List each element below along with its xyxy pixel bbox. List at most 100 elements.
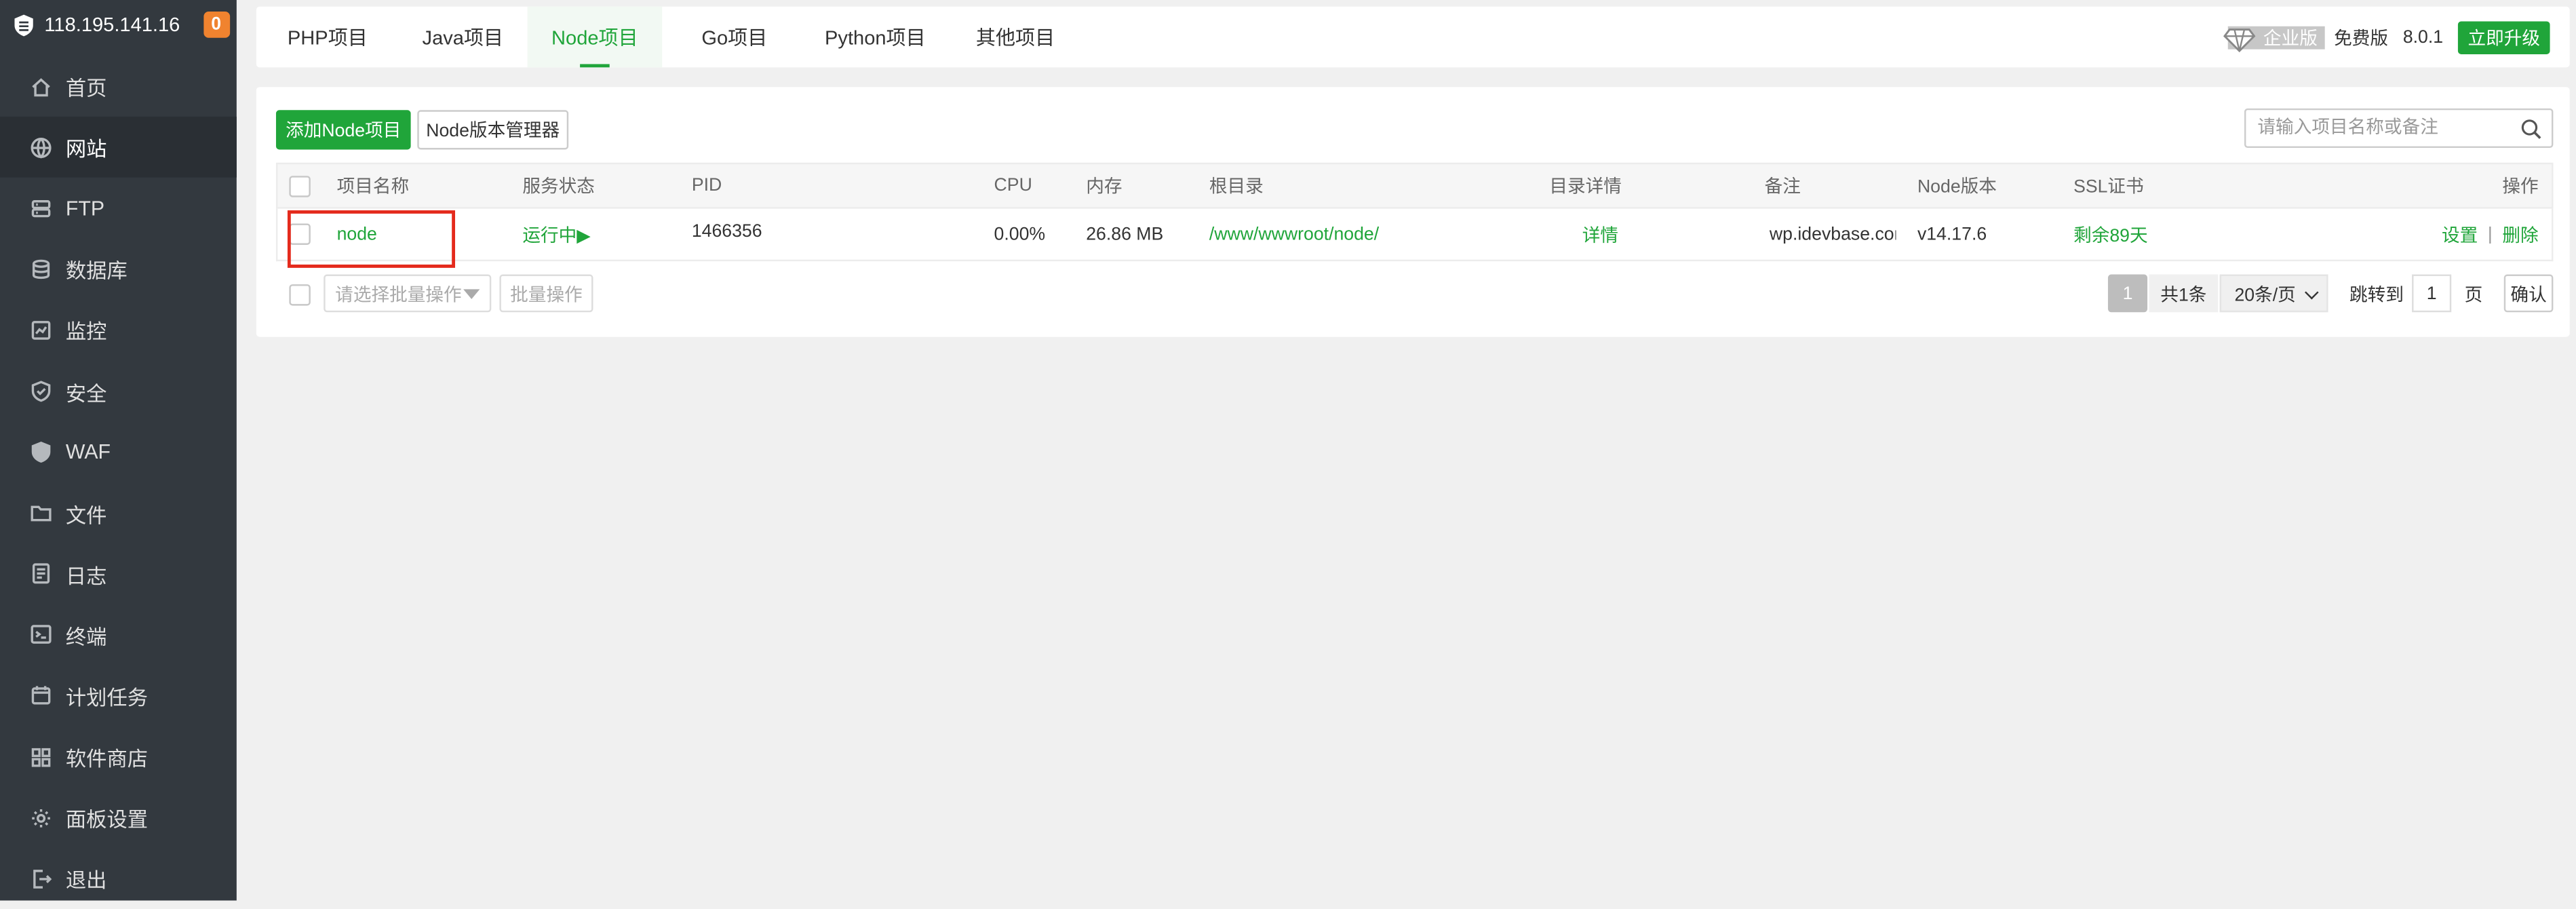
tab-python[interactable]: Python项目 (825, 7, 926, 68)
grid-icon (30, 746, 53, 769)
enterprise-badge[interactable]: 企业版 (2222, 25, 2324, 52)
server-ip: 118.195.141.16 (44, 13, 180, 37)
calendar-icon (30, 684, 53, 708)
sidebar-item-monitor[interactable]: 监控 (0, 300, 237, 361)
jump-label: 跳转到 (2349, 285, 2404, 305)
col-status: 服务状态 (522, 177, 595, 197)
col-memory: 内存 (1086, 177, 1123, 197)
note-value[interactable]: wp.idevbase.com (1770, 209, 1896, 260)
version-number: 8.0.1 (2402, 26, 2444, 47)
dir-detail-link[interactable]: 详情 (1582, 209, 1618, 260)
page-unit-label: 页 (2464, 285, 2483, 305)
add-node-project-button[interactable]: 添加Node项目 (275, 110, 411, 150)
root-dir-link[interactable]: /www/wwwroot/node/ (1209, 209, 1379, 260)
node-project-panel: 添加Node项目 Node版本管理器 项目名称 服务状态 PID CPU 内存 … (256, 87, 2570, 337)
sidebar-item-ftp[interactable]: FTP (0, 178, 237, 239)
pid-value: 1466356 (691, 222, 762, 242)
page-size-label: 20条/页 (2234, 285, 2296, 305)
col-root: 根目录 (1209, 177, 1264, 197)
col-name[interactable]: 项目名称 (337, 164, 410, 207)
sidebar-item-gear[interactable]: 面板设置 (0, 788, 237, 849)
sidebar-nav: 首页网站 FTP 数据库监控安全 WAF 文件日志终端计划任务软件商店面板设置退出 (0, 56, 237, 909)
gear-icon (30, 807, 53, 830)
batch-operation-select[interactable]: 请选择批量操作 (324, 274, 492, 313)
sidebar-item-logout[interactable]: 退出 (0, 848, 237, 909)
sidebar-item-shield[interactable]: 安全 (0, 361, 237, 422)
col-pid: PID (691, 176, 722, 196)
free-edition-label: 免费版 (2334, 28, 2389, 49)
project-name-link[interactable]: node (337, 209, 377, 260)
page-current[interactable]: 1 (2107, 274, 2148, 313)
globe-icon (30, 136, 53, 159)
monitor-icon (30, 319, 53, 342)
sidebar-item-waf-shield[interactable]: WAF (0, 421, 237, 482)
sidebar-item-folder[interactable]: 文件 (0, 482, 237, 543)
sidebar-header: 118.195.141.16 0 (0, 0, 237, 50)
col-cpu: CPU (994, 176, 1032, 196)
table-header: 项目名称 服务状态 PID CPU 内存 根目录 目录详情 备注 Node版本 … (275, 162, 2554, 209)
tab-go[interactable]: Go项目 (701, 7, 767, 68)
sidebar-item-calendar[interactable]: 计划任务 (0, 665, 237, 727)
tab-php[interactable]: PHP项目 (288, 7, 368, 68)
tab-node[interactable]: Node项目 (527, 6, 663, 68)
notification-badge[interactable]: 0 (203, 11, 230, 38)
terminal-icon (30, 623, 53, 646)
ssl-remaining[interactable]: 剩余89天 (2073, 209, 2148, 260)
sidebar-item-log[interactable]: 日志 (0, 543, 237, 604)
jump-page-input[interactable]: 1 (2412, 274, 2452, 313)
caret-down-icon (463, 289, 480, 299)
col-ssl: SSL证书 (2073, 177, 2144, 197)
sidebar-item-label: 终端 (65, 625, 107, 649)
sidebar-item-home[interactable]: 首页 (0, 56, 237, 117)
col-node-version: Node版本 (1917, 177, 1997, 197)
sidebar: 118.195.141.16 0 首页网站 FTP 数据库监控安全 WAF 文件日志终端… (0, 0, 237, 901)
search-input[interactable] (2246, 110, 2510, 147)
batch-select-placeholder: 请选择批量操作 (335, 285, 462, 305)
action-separator: | (2487, 224, 2493, 244)
sidebar-item-label: 数据库 (65, 260, 128, 284)
project-type-tabs: PHP项目 Java项目 Node项目 Go项目 Python项目 其他项目 企… (256, 6, 2570, 68)
node-version-manager-button[interactable]: Node版本管理器 (417, 110, 569, 150)
sidebar-item-label: 首页 (65, 77, 107, 100)
col-actions: 操作 (2502, 177, 2539, 197)
upgrade-button[interactable]: 立即升级 (2457, 20, 2550, 54)
footer-select-checkbox[interactable] (289, 284, 311, 306)
search-icon[interactable] (2520, 118, 2541, 139)
sidebar-item-label: 计划任务 (65, 686, 149, 710)
panel-logo-icon (14, 14, 33, 36)
sidebar-item-label: 面板设置 (65, 809, 149, 832)
search-box (2244, 108, 2554, 149)
sidebar-item-label: 日志 (65, 564, 107, 588)
node-version-value: v14.17.6 (1917, 224, 1987, 244)
enterprise-label: 企业版 (2263, 28, 2318, 49)
logout-icon (30, 867, 53, 890)
col-dir-detail: 目录详情 (1549, 177, 1622, 197)
sidebar-item-grid[interactable]: 软件商店 (0, 727, 237, 788)
diamond-icon (2222, 27, 2255, 52)
tab-java[interactable]: Java项目 (423, 7, 504, 68)
sidebar-item-globe[interactable]: 网站 (0, 117, 237, 178)
settings-link[interactable]: 设置 (2442, 221, 2478, 248)
confirm-jump-button[interactable]: 确认 (2503, 274, 2554, 313)
col-note: 备注 (1764, 177, 1801, 197)
row-checkbox[interactable] (289, 223, 311, 245)
version-area: 企业版 免费版 8.0.1 立即升级 (2222, 7, 2550, 68)
folder-icon (30, 501, 53, 524)
sidebar-item-label: FTP (65, 197, 105, 220)
delete-link[interactable]: 删除 (2502, 221, 2538, 248)
sidebar-item-label: 监控 (65, 321, 107, 345)
select-all-checkbox[interactable] (289, 174, 311, 197)
page-size-select[interactable]: 20条/页 (2219, 274, 2328, 313)
sidebar-item-label: WAF (65, 440, 111, 464)
sidebar-item-label: 软件商店 (65, 748, 149, 771)
sidebar-item-label: 文件 (65, 503, 107, 527)
home-icon (30, 75, 53, 98)
sidebar-item-terminal[interactable]: 终端 (0, 604, 237, 665)
service-status[interactable]: 运行中▶ (522, 209, 590, 260)
sidebar-item-label: 安全 (65, 382, 107, 406)
tab-other[interactable]: 其他项目 (976, 7, 1055, 68)
page-total: 共1条 (2149, 274, 2219, 313)
sidebar-item-database[interactable]: 数据库 (0, 239, 237, 300)
batch-operation-button[interactable]: 批量操作 (499, 274, 593, 313)
row-actions: 设置 | 删除 (2442, 209, 2539, 260)
